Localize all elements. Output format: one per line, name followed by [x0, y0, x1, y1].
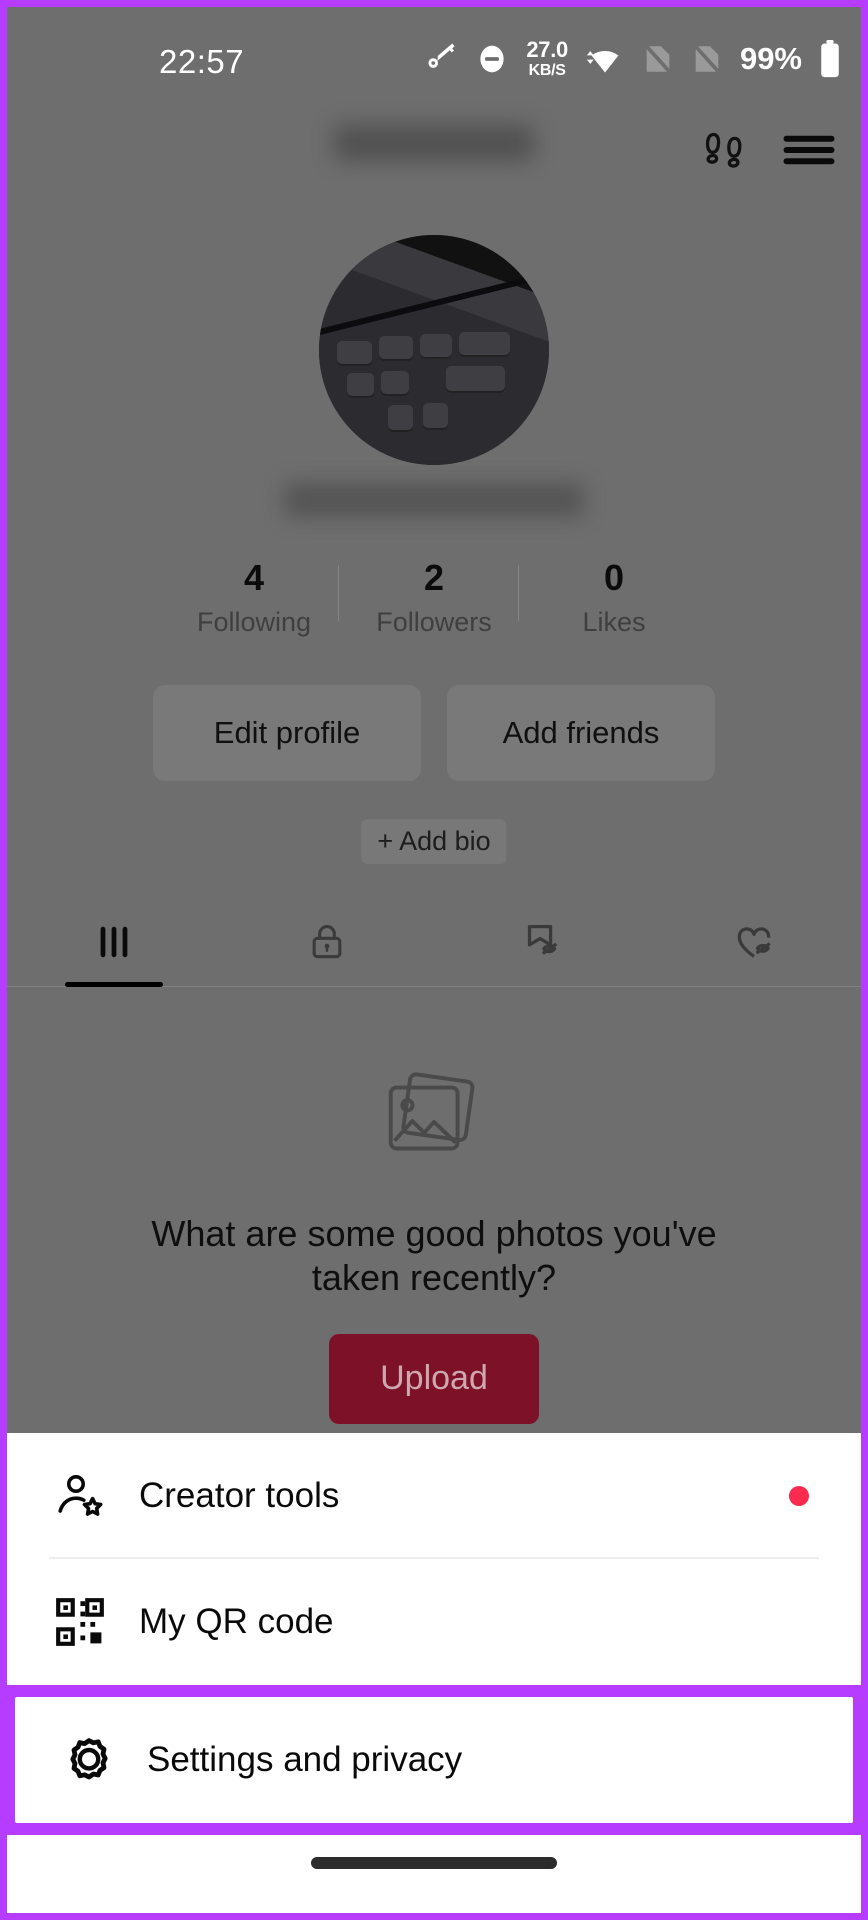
add-friends-button[interactable]: Add friends: [447, 685, 715, 781]
likes-label: Likes: [582, 606, 646, 637]
followers-count: 2: [423, 557, 445, 598]
following-count: 4: [243, 557, 265, 598]
avatar[interactable]: [319, 235, 549, 465]
empty-state: What are some good photos you've taken r…: [7, 1067, 861, 1424]
tab-videos[interactable]: [7, 897, 221, 987]
footprints-icon[interactable]: [695, 121, 753, 179]
creator-tools-badge: [789, 1486, 809, 1506]
add-bio-button[interactable]: + Add bio: [361, 819, 507, 864]
home-indicator[interactable]: [311, 1857, 557, 1869]
grid-posts-icon: [100, 926, 128, 958]
lock-icon: [312, 925, 342, 959]
photos-stack-icon: [388, 1072, 475, 1151]
tab-private[interactable]: [221, 897, 435, 987]
gear-icon: [61, 1732, 123, 1788]
likes-count: 0: [603, 557, 625, 598]
profile-top-bar: [7, 107, 861, 193]
wifi-icon: [586, 51, 619, 73]
display-name-blurred: [284, 483, 584, 517]
status-bar-clock: 22:57: [159, 43, 245, 80]
tab-liked[interactable]: [648, 897, 862, 987]
home-indicator-area: [7, 1835, 861, 1913]
menu-item-label: My QR code: [139, 1602, 334, 1641]
network-speed-indicator: 27.0 KB/S: [526, 39, 568, 79]
status-bar: 22:57 27.0 KB/S 99%: [7, 7, 861, 99]
menu-item-creator-tools[interactable]: Creator tools: [7, 1433, 861, 1559]
following-label: Following: [196, 606, 312, 637]
username-title-blurred: [334, 125, 534, 161]
heart-hidden-icon: [738, 927, 771, 958]
person-star-icon: [53, 1468, 115, 1524]
phone-screen: 22:57 27.0 KB/S 99% 4 Following 2 Follow…: [0, 0, 868, 1920]
menu-item-settings-and-privacy[interactable]: Settings and privacy: [15, 1697, 853, 1823]
status-bar-icons: 27.0 KB/S 99%: [422, 37, 841, 81]
sim-card-off-icon-2: [692, 43, 722, 75]
network-speed-value: 27.0: [526, 37, 568, 62]
bottom-sheet-menu: Creator tools My QR code Settings and pr…: [7, 1433, 861, 1913]
network-speed-unit: KB/S: [528, 62, 566, 79]
vpn-key-icon: [428, 43, 455, 68]
bookmark-hidden-icon: [527, 925, 558, 955]
profile-stats: 4 Following 2 Followers 0 Likes: [7, 559, 861, 649]
profile-tabs: [7, 897, 861, 987]
stat-likes[interactable]: 0 Likes: [518, 557, 704, 638]
tab-saved[interactable]: [434, 897, 648, 987]
empty-state-message: What are some good photos you've taken r…: [151, 1213, 717, 1298]
edit-profile-button[interactable]: Edit profile: [153, 685, 421, 781]
stat-followers[interactable]: 2 Followers: [338, 557, 524, 638]
qr-code-icon: [53, 1595, 115, 1649]
menu-item-label: Creator tools: [139, 1476, 340, 1515]
battery-icon: [821, 40, 839, 78]
settings-row-highlight: Settings and privacy: [7, 1685, 861, 1835]
followers-label: Followers: [376, 606, 492, 637]
battery-percentage-label: 99%: [739, 41, 802, 76]
profile-action-buttons: Edit profile Add friends: [7, 685, 861, 781]
menu-item-label: Settings and privacy: [147, 1740, 463, 1779]
do-not-disturb-icon: [480, 45, 504, 73]
stat-following[interactable]: 4 Following: [164, 559, 344, 638]
menu-item-my-qr-code[interactable]: My QR code: [7, 1559, 861, 1685]
upload-button[interactable]: Upload: [329, 1333, 539, 1424]
hamburger-menu-icon[interactable]: [779, 121, 839, 179]
sim-card-off-icon-1: [643, 43, 673, 75]
